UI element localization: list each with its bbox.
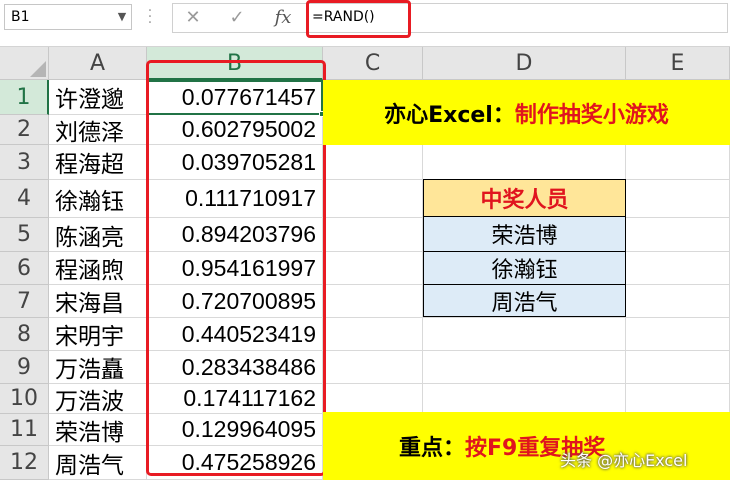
empty-cell[interactable]: [626, 252, 730, 285]
empty-cell[interactable]: [323, 180, 423, 218]
row-header[interactable]: 7: [0, 285, 49, 318]
empty-cell[interactable]: [423, 384, 626, 414]
select-all-icon[interactable]: [30, 61, 46, 77]
empty-cell[interactable]: [423, 351, 626, 384]
empty-cell[interactable]: [323, 285, 423, 318]
empty-cell[interactable]: [423, 145, 626, 180]
empty-cell[interactable]: [626, 384, 730, 414]
name-cell[interactable]: 陈涵亮: [49, 218, 147, 252]
watermark: 头条 @亦心Excel: [560, 451, 688, 470]
empty-cell[interactable]: [626, 351, 730, 384]
empty-cell[interactable]: [626, 218, 730, 252]
row-header[interactable]: 10: [0, 384, 49, 414]
name-cell[interactable]: 周浩气: [49, 446, 147, 480]
empty-cell[interactable]: [323, 252, 423, 285]
title-prefix: 亦心Excel：: [384, 102, 515, 128]
name-cell[interactable]: 荣浩博: [49, 414, 147, 446]
chevron-down-icon[interactable]: ▼: [113, 4, 131, 30]
row-header[interactable]: 2: [0, 115, 49, 145]
name-cell[interactable]: 程涵煦: [49, 252, 147, 285]
row-header[interactable]: 3: [0, 145, 49, 180]
row-header[interactable]: 1: [0, 80, 49, 115]
row-header[interactable]: 8: [0, 318, 49, 351]
empty-cell[interactable]: [626, 318, 730, 351]
empty-cell[interactable]: [323, 318, 423, 351]
empty-cell[interactable]: [626, 180, 730, 218]
row-header[interactable]: 5: [0, 218, 49, 252]
column-header-d[interactable]: D: [423, 47, 626, 80]
winner-cell[interactable]: 荣浩博: [423, 217, 626, 252]
title-banner: 亦心Excel： 制作抽奖小游戏: [323, 80, 730, 145]
row-header[interactable]: 6: [0, 252, 49, 285]
empty-cell[interactable]: [323, 384, 423, 414]
name-cell[interactable]: 徐瀚钰: [49, 180, 147, 218]
empty-cell[interactable]: [423, 318, 626, 351]
empty-cell[interactable]: [323, 218, 423, 252]
column-header-e[interactable]: E: [626, 47, 730, 80]
row-header[interactable]: 11: [0, 414, 49, 446]
column-header-c[interactable]: C: [323, 47, 423, 80]
row-header[interactable]: 12: [0, 446, 49, 480]
cancel-icon[interactable]: ✕: [178, 6, 208, 30]
name-cell[interactable]: 万浩波: [49, 384, 147, 415]
name-cell[interactable]: 宋海昌: [49, 285, 147, 318]
insert-function-icon[interactable]: fx: [268, 6, 298, 30]
winners-header[interactable]: 中奖人员: [423, 179, 626, 217]
column-b-highlight-box: [146, 60, 326, 476]
winner-cell[interactable]: 周浩气: [423, 285, 626, 317]
name-cell[interactable]: 万浩矗: [49, 351, 147, 384]
winner-cell[interactable]: 徐瀚钰: [423, 252, 626, 285]
formula-highlight-box: [306, 0, 411, 38]
enter-icon[interactable]: ✓: [222, 6, 252, 30]
empty-cell[interactable]: [323, 145, 423, 180]
row-header[interactable]: 9: [0, 351, 49, 384]
empty-cell[interactable]: [626, 285, 730, 318]
column-header-a[interactable]: A: [49, 47, 147, 80]
row-header[interactable]: 4: [0, 180, 49, 218]
name-cell[interactable]: 刘德泽: [49, 115, 147, 146]
name-cell[interactable]: 程海超: [49, 145, 147, 180]
name-cell[interactable]: 宋明宇: [49, 318, 147, 351]
name-cell[interactable]: 许澄邈: [49, 80, 147, 115]
tip-prefix: 重点：: [399, 436, 466, 461]
drag-handle-icon[interactable]: · · ·: [146, 4, 154, 30]
title-text: 制作抽奖小游戏: [514, 102, 669, 128]
empty-cell[interactable]: [323, 351, 423, 384]
empty-cell[interactable]: [626, 145, 730, 180]
